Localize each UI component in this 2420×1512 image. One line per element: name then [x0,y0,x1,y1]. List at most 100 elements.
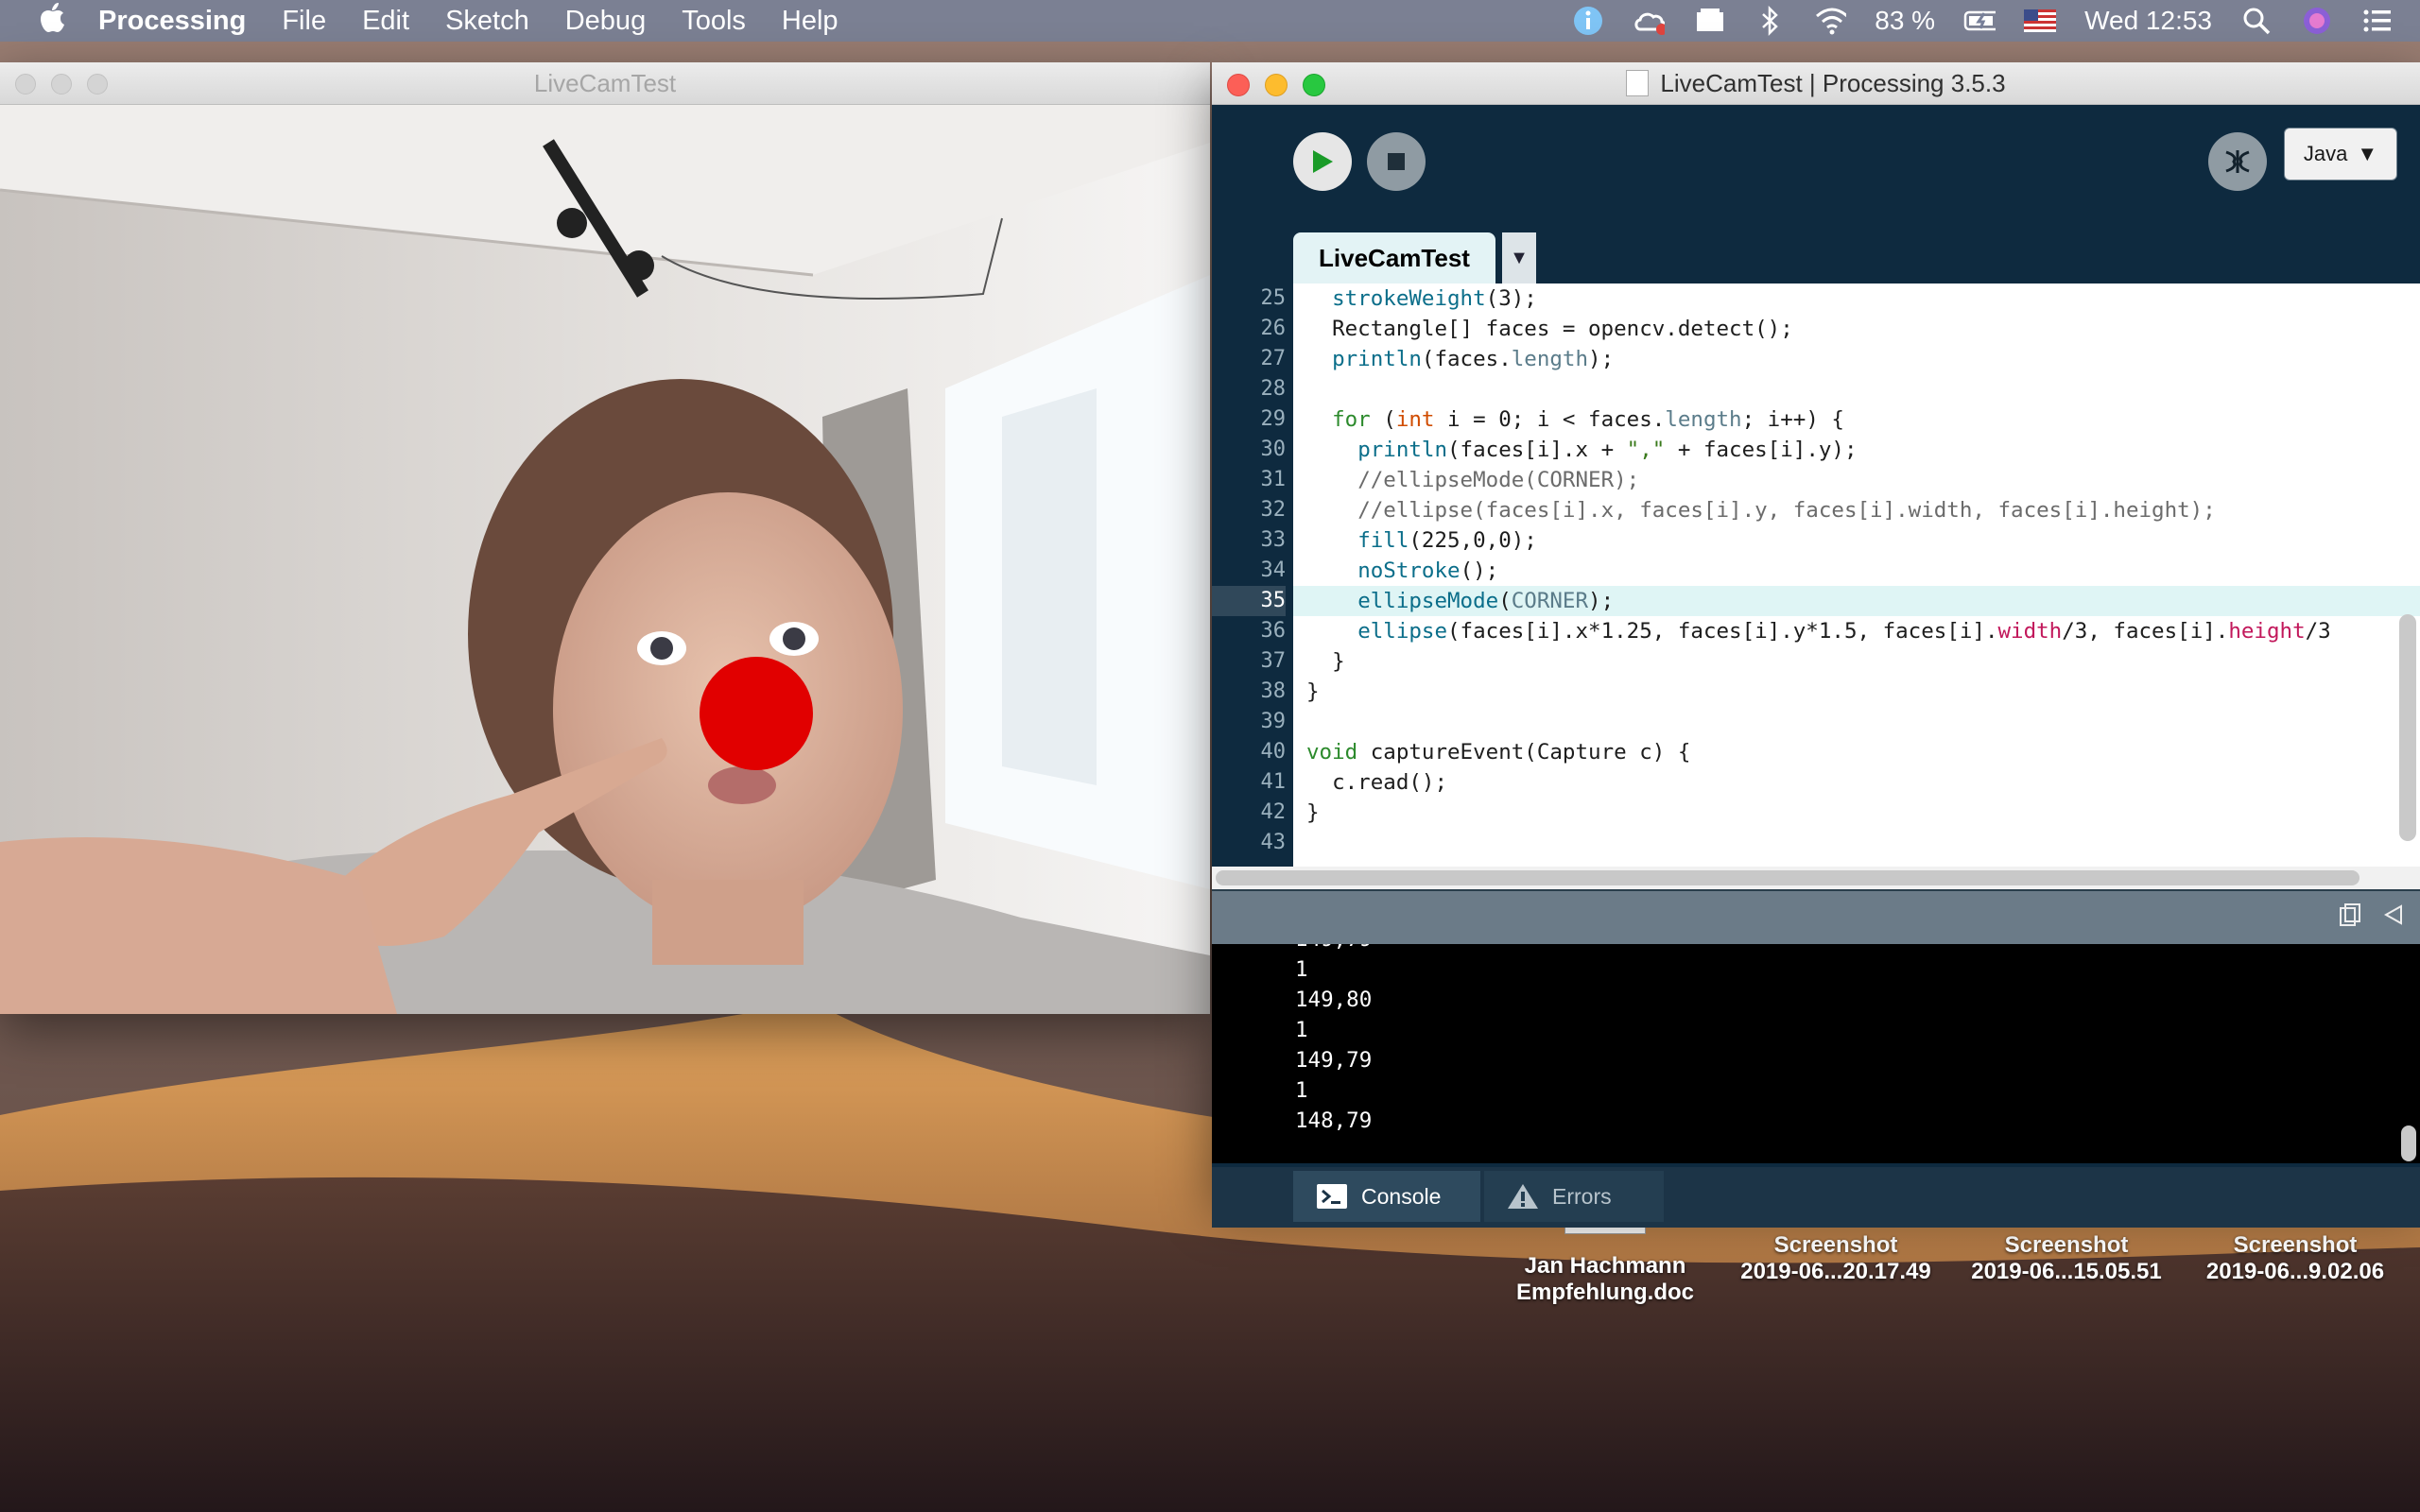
code-line[interactable]: println(faces.length); [1306,344,2420,374]
console-line: 149,79 [1295,1048,1373,1073]
battery-percent: 83 % [1875,6,1936,35]
line-number: 27 [1260,347,1287,370]
titlebar: LiveCamTest | Processing 3.5.3 [1212,62,2420,105]
menu-debug[interactable]: Debug [565,6,646,37]
zoom-button[interactable] [1303,74,1325,96]
line-number: 35 [1212,586,1286,616]
tab-livecamtest[interactable]: LiveCamTest [1293,232,1495,284]
desktop-file-name-line1: Screenshot [2004,1232,2129,1258]
collapse-console-icon[interactable] [2382,902,2405,932]
console-output[interactable]: 149,79 1 149,80 1 149,79 1 148,79 [1212,944,2420,1163]
menu-app-name[interactable]: Processing [98,6,246,37]
code-line[interactable]: //ellipseMode(CORNER); [1306,465,2420,495]
line-number: 40 [1260,740,1287,764]
stop-button[interactable] [1367,132,1426,191]
line-number: 25 [1260,286,1287,310]
titlebar: LiveCamTest [0,62,1210,105]
code-line[interactable]: } [1306,798,2420,828]
tab-console[interactable]: Console [1293,1171,1480,1222]
desktop-file-name-line2: 2019-06...20.17.49 [1740,1259,1931,1284]
mode-selector[interactable]: Java ▼ [2284,128,2397,180]
console-line: 149,79 [1295,944,1372,952]
code-area[interactable]: strokeWeight(3); Rectangle[] faces = ope… [1293,284,2420,867]
wifi-icon[interactable] [1814,5,1847,37]
footer-tabs: Console Errors [1212,1163,2420,1228]
menu-sketch[interactable]: Sketch [445,6,529,37]
notification-tray-icon[interactable] [1693,5,1725,37]
line-number: 36 [1260,619,1287,643]
code-line[interactable]: } [1306,677,2420,707]
code-line[interactable] [1306,374,2420,404]
window-title: LiveCamTest [533,68,677,97]
window-controls [15,74,108,94]
battery-icon[interactable] [1963,5,1996,37]
info-icon[interactable] [1572,5,1604,37]
bluetooth-icon[interactable] [1754,5,1786,37]
toolbar: Java ▼ [1212,105,2420,232]
minimize-button[interactable] [1265,74,1288,96]
menu-extras: 83 % Wed 12:53 [1572,0,2394,42]
menu-clock[interactable]: Wed 12:53 [2084,6,2212,36]
vertical-scrollbar[interactable] [2399,614,2416,841]
line-number: 42 [1260,800,1287,824]
desktop-file-name-line2: 2019-06...15.05.51 [1971,1259,2162,1284]
tab-errors[interactable]: Errors [1484,1171,1664,1222]
tab-console-label: Console [1361,1183,1442,1209]
document-icon[interactable] [1626,70,1650,96]
close-button[interactable] [15,74,36,94]
code-line[interactable]: noStroke(); [1306,556,2420,586]
red-nose-ellipse [700,657,813,770]
menu-tools[interactable]: Tools [682,6,746,37]
sketch-tabs: LiveCamTest ▼ [1212,232,2420,284]
code-line[interactable]: ellipseMode(CORNER); [1293,586,2420,616]
terminal-icon [1317,1184,1347,1209]
horizontal-scrollbar[interactable] [1216,870,2360,885]
menu-file[interactable]: File [282,6,326,37]
minimize-button[interactable] [51,74,72,94]
line-number: 34 [1260,558,1287,582]
console-line: 1 [1295,1078,1308,1103]
code-line[interactable]: c.read(); [1306,767,2420,798]
warning-icon [1508,1184,1538,1209]
line-number: 31 [1260,468,1287,491]
line-number: 38 [1260,679,1287,703]
tab-menu-button[interactable]: ▼ [1502,232,1536,284]
code-line[interactable]: ellipse(faces[i].x*1.25, faces[i].y*1.5,… [1306,616,2420,646]
creative-cloud-icon[interactable] [1633,5,1666,37]
line-number: 39 [1260,710,1287,733]
debugger-button[interactable] [2208,132,2267,191]
desktop-file-name-line2: Empfehlung.doc [1516,1280,1694,1305]
code-line[interactable]: void captureEvent(Capture c) { [1306,737,2420,767]
close-button[interactable] [1227,74,1250,96]
zoom-button[interactable] [87,74,108,94]
code-line[interactable]: println(faces[i].x + "," + faces[i].y); [1306,435,2420,465]
desktop-file-name-line2: 2019-06...9.02.06 [2205,1259,2385,1284]
menu-bar: Processing File Edit Sketch Debug Tools … [0,0,2420,42]
code-line[interactable]: //ellipse(faces[i].x, faces[i].y, faces[… [1306,495,2420,525]
horizontal-scroll-track [1212,867,2420,889]
notification-center-icon[interactable] [2361,5,2394,37]
code-line[interactable]: } [1306,646,2420,677]
menu-help[interactable]: Help [782,6,838,37]
menu-edit[interactable]: Edit [362,6,409,37]
code-editor[interactable]: 25 26 27 28 29 30 31 32 33 34 35 36 37 38 39 40 41 42 43 s… [1212,284,2420,867]
console-scrollbar[interactable] [2401,1125,2416,1161]
spotlight-search-icon[interactable] [2240,5,2273,37]
stop-icon [1388,153,1405,170]
line-number: 29 [1260,407,1287,431]
code-line[interactable]: strokeWeight(3); [1306,284,2420,314]
code-line[interactable]: Rectangle[] faces = opencv.detect(); [1306,314,2420,344]
siri-icon[interactable] [2301,5,2333,37]
debug-butterfly-icon [2225,150,2250,173]
apple-icon[interactable] [38,1,66,41]
code-line[interactable] [1306,828,2420,858]
code-line[interactable]: for (int i = 0; i < faces.length; i++) { [1306,404,2420,435]
us-flag-icon[interactable] [2024,5,2057,37]
code-line[interactable] [1306,707,2420,737]
line-number: 26 [1260,317,1287,340]
webcam-frame [0,105,1210,1014]
copy-console-icon[interactable] [2339,902,2361,932]
code-line[interactable]: fill(225,0,0); [1306,525,2420,556]
console-divider[interactable] [1212,889,2420,944]
run-button[interactable] [1293,132,1352,191]
